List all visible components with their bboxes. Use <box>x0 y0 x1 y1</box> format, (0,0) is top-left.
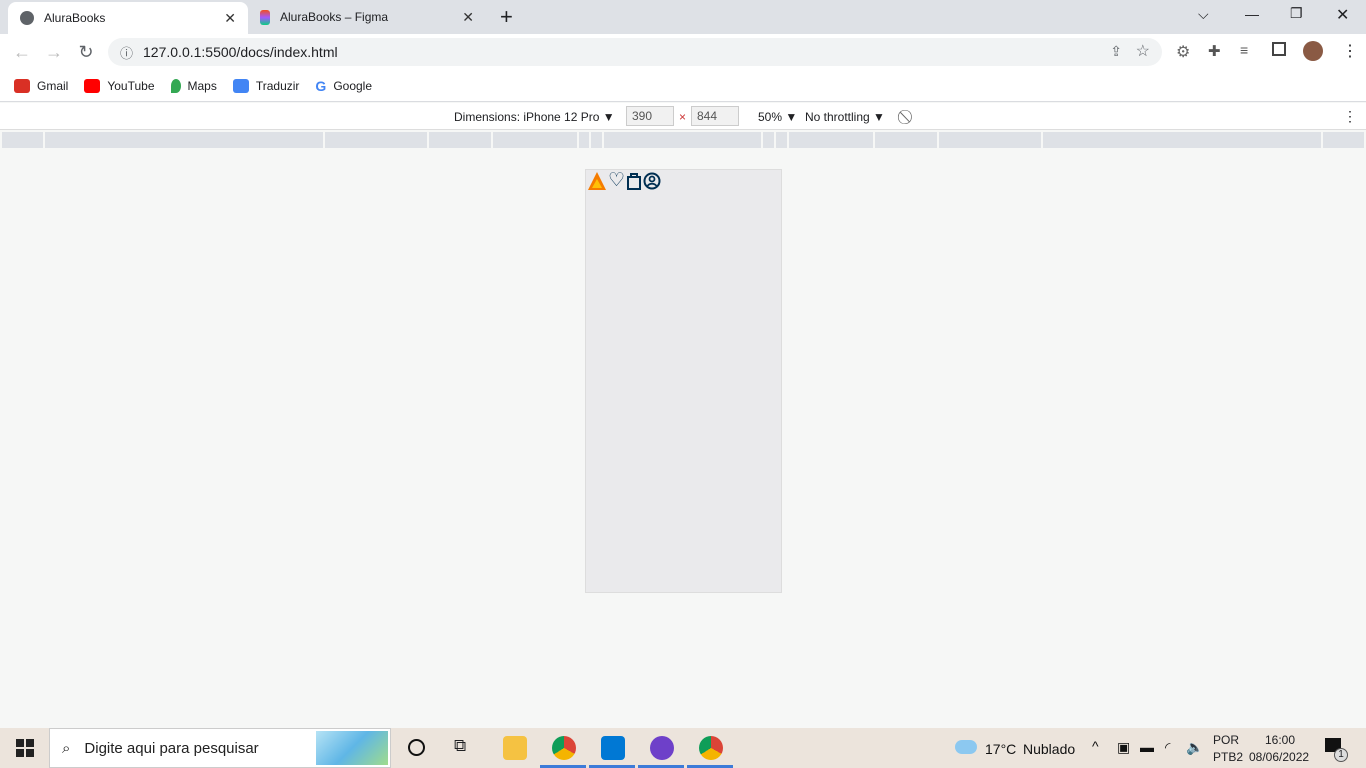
search-highlight-image <box>316 731 388 765</box>
bookmarks-bar: Gmail YouTube Maps Traduzir G Google <box>0 70 1366 102</box>
width-input[interactable]: 390 <box>626 106 674 126</box>
translate-icon <box>232 78 249 93</box>
vscode-icon[interactable] <box>601 736 625 760</box>
height-input[interactable]: 844 <box>691 106 739 126</box>
maps-icon <box>170 78 181 93</box>
times-sign: × <box>679 110 687 124</box>
gmail-icon <box>14 78 30 93</box>
windows-start-icon[interactable] <box>16 739 34 757</box>
extensions-puzzle-icon[interactable]: ✚ <box>1208 42 1221 60</box>
tab-figma[interactable]: AluraBooks – Figma ✕ <box>248 0 486 34</box>
tab-title: AluraBooks – Figma <box>280 10 389 24</box>
new-tab-button[interactable]: + <box>500 4 513 30</box>
heart-icon[interactable]: ♡ <box>608 171 625 191</box>
task-view-icon[interactable]: ⧉ <box>454 736 466 756</box>
chrome-icon[interactable] <box>699 736 723 760</box>
bookmark-traduzir[interactable]: Traduzir <box>232 78 300 93</box>
forward-button[interactable]: → <box>42 40 66 64</box>
close-window-button[interactable]: ✕ <box>1336 5 1349 25</box>
taskbar: ⌕ Digite aqui para pesquisar ⧉ 17°C Nubl… <box>0 728 1366 768</box>
media-query-bar[interactable] <box>2 132 1364 148</box>
search-placeholder: Digite aqui para pesquisar <box>84 739 259 757</box>
zoom-select[interactable]: 50% ▼ <box>758 110 797 124</box>
github-desktop-icon[interactable] <box>650 736 674 760</box>
bookmark-label: YouTube <box>107 78 155 93</box>
user-icon[interactable] <box>643 172 661 190</box>
meet-icon[interactable]: ▣ <box>1117 739 1130 756</box>
chrome-icon[interactable] <box>552 736 576 760</box>
bookmark-label: Traduzir <box>255 78 300 93</box>
chevron-up-icon[interactable]: ^ <box>1092 738 1099 754</box>
weather-text[interactable]: Nublado <box>1023 741 1075 757</box>
device-viewport: ♡ <box>585 169 782 593</box>
bookmark-star-icon[interactable]: ☆ <box>1136 41 1150 61</box>
side-panel-icon[interactable] <box>1272 42 1286 56</box>
tab-title: AluraBooks <box>44 11 106 25</box>
bookmark-label: Maps <box>187 78 217 93</box>
tab-alurabooks[interactable]: AluraBooks ✕ <box>8 2 248 34</box>
temperature[interactable]: 17°C <box>985 741 1016 757</box>
restore-button[interactable]: ❐ <box>1290 5 1303 22</box>
menu-kebab-icon[interactable]: ⋮ <box>1342 41 1358 61</box>
figma-icon <box>260 9 270 25</box>
info-icon[interactable]: ⓘ <box>120 43 133 62</box>
search-icon: ⌕ <box>62 739 71 757</box>
profile-avatar[interactable] <box>1303 41 1323 61</box>
back-button[interactable]: ← <box>10 40 34 64</box>
language-bottom[interactable]: PTB2 <box>1213 750 1243 764</box>
globe-icon <box>20 11 34 25</box>
bookmark-google[interactable]: G Google <box>315 78 372 94</box>
dimensions-select[interactable]: Dimensions: iPhone 12 Pro ▼ <box>454 110 615 124</box>
logo-icon[interactable] <box>587 171 607 191</box>
language-top[interactable]: POR <box>1213 733 1239 747</box>
clock-date[interactable]: 08/06/2022 <box>1249 750 1309 764</box>
media-icon[interactable]: ≡ <box>1240 42 1248 58</box>
notification-count: 1 <box>1334 748 1348 762</box>
close-tab-icon[interactable]: ✕ <box>462 9 474 26</box>
bookmark-youtube[interactable]: YouTube <box>84 78 155 93</box>
taskbar-search[interactable]: ⌕ Digite aqui para pesquisar <box>49 728 391 768</box>
cortana-icon[interactable] <box>408 739 425 756</box>
address-bar[interactable]: ⓘ 127.0.0.1:5500/docs/index.html ⇪ ☆ <box>108 38 1162 66</box>
browser-toolbar: ← → ↻ ⓘ 127.0.0.1:5500/docs/index.html ⇪… <box>0 34 1366 70</box>
bookmark-label: Gmail <box>37 78 69 93</box>
close-tab-icon[interactable]: ✕ <box>224 10 236 27</box>
file-explorer-icon[interactable] <box>503 736 527 760</box>
share-icon[interactable]: ⇪ <box>1110 43 1122 60</box>
volume-icon[interactable]: 🔈 <box>1186 739 1203 756</box>
battery-icon[interactable]: ▬ <box>1140 739 1154 755</box>
youtube-icon <box>84 78 101 93</box>
tab-strip: AluraBooks ✕ AluraBooks – Figma ✕ + ⌵ — … <box>0 0 1366 34</box>
device-toolbar: Dimensions: iPhone 12 Pro ▼ 390 × 844 50… <box>0 103 1366 130</box>
throttling-select[interactable]: No throttling ▼ <box>805 110 885 124</box>
url-text[interactable]: 127.0.0.1:5500/docs/index.html <box>143 44 338 60</box>
cloud-icon <box>955 740 977 754</box>
more-options-icon[interactable]: ⋮ <box>1343 108 1357 125</box>
wifi-icon[interactable]: ◜ <box>1165 739 1170 756</box>
minimize-button[interactable]: — <box>1245 6 1259 22</box>
tab-search-icon[interactable]: ⌵ <box>1198 6 1209 23</box>
bookmark-gmail[interactable]: Gmail <box>14 78 69 93</box>
reload-button[interactable]: ↻ <box>74 40 98 64</box>
google-icon: G <box>315 77 327 94</box>
extension-gear-icon[interactable]: ⚙ <box>1176 42 1190 62</box>
bag-icon[interactable] <box>626 172 642 190</box>
clock-time[interactable]: 16:00 <box>1265 733 1295 747</box>
bookmark-label: Google <box>333 78 373 93</box>
bookmark-maps[interactable]: Maps <box>170 78 217 93</box>
